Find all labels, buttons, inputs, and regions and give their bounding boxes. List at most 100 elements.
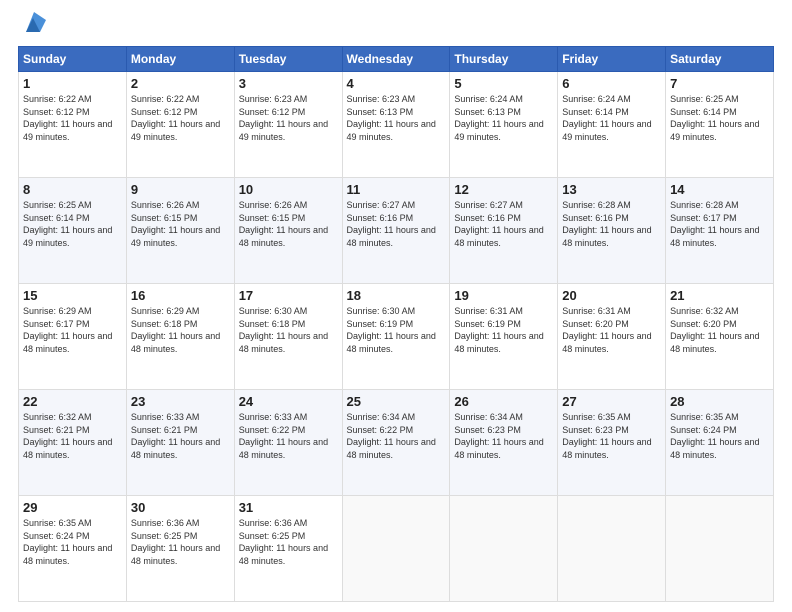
col-monday: Monday <box>126 47 234 72</box>
logo-icon <box>20 10 46 36</box>
day-number: 7 <box>670 76 769 91</box>
header <box>18 16 774 36</box>
table-row: 3 Sunrise: 6:23 AM Sunset: 6:12 PM Dayli… <box>234 72 342 178</box>
day-number: 26 <box>454 394 553 409</box>
table-row: 19 Sunrise: 6:31 AM Sunset: 6:19 PM Dayl… <box>450 284 558 390</box>
table-row: 1 Sunrise: 6:22 AM Sunset: 6:12 PM Dayli… <box>19 72 127 178</box>
day-number: 23 <box>131 394 230 409</box>
calendar-week-row: 8 Sunrise: 6:25 AM Sunset: 6:14 PM Dayli… <box>19 178 774 284</box>
col-wednesday: Wednesday <box>342 47 450 72</box>
day-number: 24 <box>239 394 338 409</box>
table-row: 11 Sunrise: 6:27 AM Sunset: 6:16 PM Dayl… <box>342 178 450 284</box>
day-info: Sunrise: 6:35 AM Sunset: 6:23 PM Dayligh… <box>562 411 661 461</box>
day-number: 30 <box>131 500 230 515</box>
day-number: 21 <box>670 288 769 303</box>
day-info: Sunrise: 6:23 AM Sunset: 6:12 PM Dayligh… <box>239 93 338 143</box>
table-row <box>450 496 558 602</box>
day-number: 11 <box>347 182 446 197</box>
table-row: 15 Sunrise: 6:29 AM Sunset: 6:17 PM Dayl… <box>19 284 127 390</box>
table-row <box>342 496 450 602</box>
day-info: Sunrise: 6:32 AM Sunset: 6:21 PM Dayligh… <box>23 411 122 461</box>
col-saturday: Saturday <box>666 47 774 72</box>
day-info: Sunrise: 6:35 AM Sunset: 6:24 PM Dayligh… <box>670 411 769 461</box>
day-info: Sunrise: 6:36 AM Sunset: 6:25 PM Dayligh… <box>131 517 230 567</box>
day-info: Sunrise: 6:34 AM Sunset: 6:22 PM Dayligh… <box>347 411 446 461</box>
day-info: Sunrise: 6:24 AM Sunset: 6:13 PM Dayligh… <box>454 93 553 143</box>
day-number: 18 <box>347 288 446 303</box>
table-row: 2 Sunrise: 6:22 AM Sunset: 6:12 PM Dayli… <box>126 72 234 178</box>
day-info: Sunrise: 6:31 AM Sunset: 6:20 PM Dayligh… <box>562 305 661 355</box>
table-row: 13 Sunrise: 6:28 AM Sunset: 6:16 PM Dayl… <box>558 178 666 284</box>
day-number: 17 <box>239 288 338 303</box>
table-row: 12 Sunrise: 6:27 AM Sunset: 6:16 PM Dayl… <box>450 178 558 284</box>
table-row: 7 Sunrise: 6:25 AM Sunset: 6:14 PM Dayli… <box>666 72 774 178</box>
day-info: Sunrise: 6:35 AM Sunset: 6:24 PM Dayligh… <box>23 517 122 567</box>
day-number: 25 <box>347 394 446 409</box>
calendar-week-row: 1 Sunrise: 6:22 AM Sunset: 6:12 PM Dayli… <box>19 72 774 178</box>
logo <box>18 16 46 36</box>
day-number: 28 <box>670 394 769 409</box>
table-row: 18 Sunrise: 6:30 AM Sunset: 6:19 PM Dayl… <box>342 284 450 390</box>
table-row: 31 Sunrise: 6:36 AM Sunset: 6:25 PM Dayl… <box>234 496 342 602</box>
table-row <box>666 496 774 602</box>
day-info: Sunrise: 6:36 AM Sunset: 6:25 PM Dayligh… <box>239 517 338 567</box>
table-row: 17 Sunrise: 6:30 AM Sunset: 6:18 PM Dayl… <box>234 284 342 390</box>
table-row: 24 Sunrise: 6:33 AM Sunset: 6:22 PM Dayl… <box>234 390 342 496</box>
page: Sunday Monday Tuesday Wednesday Thursday… <box>0 0 792 612</box>
day-info: Sunrise: 6:23 AM Sunset: 6:13 PM Dayligh… <box>347 93 446 143</box>
day-info: Sunrise: 6:28 AM Sunset: 6:17 PM Dayligh… <box>670 199 769 249</box>
table-row: 29 Sunrise: 6:35 AM Sunset: 6:24 PM Dayl… <box>19 496 127 602</box>
day-number: 12 <box>454 182 553 197</box>
day-number: 20 <box>562 288 661 303</box>
day-info: Sunrise: 6:33 AM Sunset: 6:22 PM Dayligh… <box>239 411 338 461</box>
table-row: 22 Sunrise: 6:32 AM Sunset: 6:21 PM Dayl… <box>19 390 127 496</box>
day-number: 29 <box>23 500 122 515</box>
day-number: 5 <box>454 76 553 91</box>
table-row: 28 Sunrise: 6:35 AM Sunset: 6:24 PM Dayl… <box>666 390 774 496</box>
day-number: 27 <box>562 394 661 409</box>
calendar-header-row: Sunday Monday Tuesday Wednesday Thursday… <box>19 47 774 72</box>
day-info: Sunrise: 6:33 AM Sunset: 6:21 PM Dayligh… <box>131 411 230 461</box>
day-number: 16 <box>131 288 230 303</box>
day-info: Sunrise: 6:26 AM Sunset: 6:15 PM Dayligh… <box>131 199 230 249</box>
table-row: 27 Sunrise: 6:35 AM Sunset: 6:23 PM Dayl… <box>558 390 666 496</box>
day-number: 10 <box>239 182 338 197</box>
day-info: Sunrise: 6:22 AM Sunset: 6:12 PM Dayligh… <box>131 93 230 143</box>
calendar-week-row: 29 Sunrise: 6:35 AM Sunset: 6:24 PM Dayl… <box>19 496 774 602</box>
day-number: 2 <box>131 76 230 91</box>
table-row: 16 Sunrise: 6:29 AM Sunset: 6:18 PM Dayl… <box>126 284 234 390</box>
col-sunday: Sunday <box>19 47 127 72</box>
day-number: 31 <box>239 500 338 515</box>
day-info: Sunrise: 6:32 AM Sunset: 6:20 PM Dayligh… <box>670 305 769 355</box>
day-info: Sunrise: 6:28 AM Sunset: 6:16 PM Dayligh… <box>562 199 661 249</box>
col-thursday: Thursday <box>450 47 558 72</box>
col-tuesday: Tuesday <box>234 47 342 72</box>
day-number: 14 <box>670 182 769 197</box>
col-friday: Friday <box>558 47 666 72</box>
day-info: Sunrise: 6:24 AM Sunset: 6:14 PM Dayligh… <box>562 93 661 143</box>
day-info: Sunrise: 6:29 AM Sunset: 6:17 PM Dayligh… <box>23 305 122 355</box>
day-number: 22 <box>23 394 122 409</box>
day-number: 1 <box>23 76 122 91</box>
day-info: Sunrise: 6:30 AM Sunset: 6:18 PM Dayligh… <box>239 305 338 355</box>
day-info: Sunrise: 6:25 AM Sunset: 6:14 PM Dayligh… <box>23 199 122 249</box>
day-info: Sunrise: 6:25 AM Sunset: 6:14 PM Dayligh… <box>670 93 769 143</box>
table-row: 20 Sunrise: 6:31 AM Sunset: 6:20 PM Dayl… <box>558 284 666 390</box>
table-row: 4 Sunrise: 6:23 AM Sunset: 6:13 PM Dayli… <box>342 72 450 178</box>
day-number: 15 <box>23 288 122 303</box>
day-info: Sunrise: 6:29 AM Sunset: 6:18 PM Dayligh… <box>131 305 230 355</box>
day-info: Sunrise: 6:30 AM Sunset: 6:19 PM Dayligh… <box>347 305 446 355</box>
table-row: 9 Sunrise: 6:26 AM Sunset: 6:15 PM Dayli… <box>126 178 234 284</box>
table-row: 21 Sunrise: 6:32 AM Sunset: 6:20 PM Dayl… <box>666 284 774 390</box>
day-info: Sunrise: 6:34 AM Sunset: 6:23 PM Dayligh… <box>454 411 553 461</box>
day-number: 9 <box>131 182 230 197</box>
day-number: 4 <box>347 76 446 91</box>
table-row: 6 Sunrise: 6:24 AM Sunset: 6:14 PM Dayli… <box>558 72 666 178</box>
table-row: 5 Sunrise: 6:24 AM Sunset: 6:13 PM Dayli… <box>450 72 558 178</box>
calendar-week-row: 15 Sunrise: 6:29 AM Sunset: 6:17 PM Dayl… <box>19 284 774 390</box>
table-row: 10 Sunrise: 6:26 AM Sunset: 6:15 PM Dayl… <box>234 178 342 284</box>
day-info: Sunrise: 6:27 AM Sunset: 6:16 PM Dayligh… <box>347 199 446 249</box>
day-info: Sunrise: 6:22 AM Sunset: 6:12 PM Dayligh… <box>23 93 122 143</box>
day-number: 3 <box>239 76 338 91</box>
table-row: 30 Sunrise: 6:36 AM Sunset: 6:25 PM Dayl… <box>126 496 234 602</box>
